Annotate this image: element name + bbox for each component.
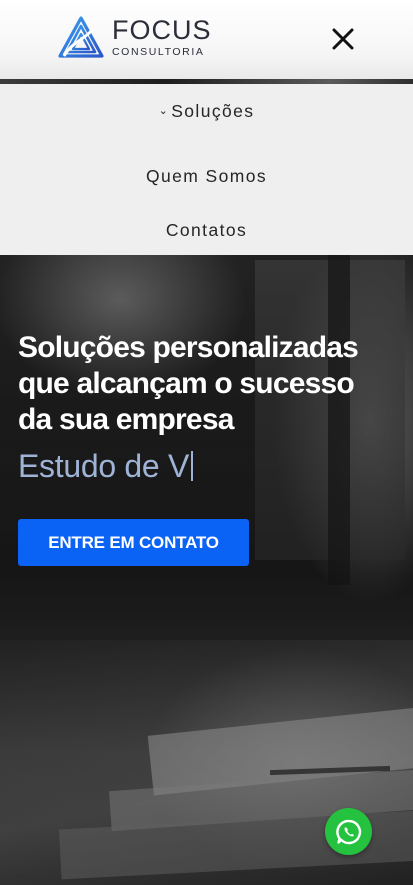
- close-icon: [332, 28, 354, 50]
- typed-text: Estudo de V: [18, 448, 194, 485]
- contact-cta-button[interactable]: ENTRE EM CONTATO: [18, 519, 249, 566]
- nav-item-solucoes[interactable]: ⌄ Soluções: [0, 101, 413, 122]
- chevron-down-icon: ⌄: [158, 105, 170, 117]
- mobile-nav-menu: ⌄ Soluções Quem Somos Contatos: [0, 84, 413, 255]
- whatsapp-icon: [335, 819, 361, 844]
- logo-subtitle: CONSULTORIA: [112, 45, 205, 58]
- nav-item-quem-somos[interactable]: Quem Somos: [0, 166, 413, 187]
- logo[interactable]: FOCUS CONSULTORIA: [58, 14, 218, 60]
- typing-cursor: [191, 451, 194, 481]
- nav-item-label: Contatos: [165, 220, 248, 240]
- nav-item-label: Soluções: [171, 101, 255, 121]
- logo-mark-icon: [58, 16, 104, 58]
- hero-headline: Soluções personalizadas que alcançam o s…: [18, 331, 359, 436]
- close-menu-button[interactable]: [328, 24, 358, 54]
- nav-item-label: Quem Somos: [146, 166, 267, 186]
- nav-item-contatos[interactable]: Contatos: [0, 220, 413, 241]
- site-header: FOCUS CONSULTORIA: [0, 0, 413, 79]
- typed-text-value: Estudo de V: [18, 448, 190, 484]
- logo-title: FOCUS: [112, 14, 212, 45]
- whatsapp-button[interactable]: [325, 808, 372, 855]
